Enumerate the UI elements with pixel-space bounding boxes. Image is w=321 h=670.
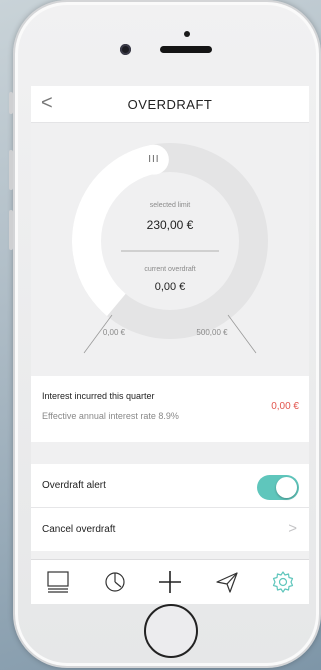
speaker-grille [160,46,212,53]
chevron-right-icon: > [288,520,297,537]
page-title: OVERDRAFT [127,97,213,112]
tab-bar [31,559,309,604]
camera-icon [120,44,131,55]
tab-history[interactable] [102,569,128,595]
tab-add[interactable] [157,569,183,595]
gear-icon [272,571,294,593]
gauge-max-label: 500,00 € [196,328,228,337]
overdraft-gauge: III selected limit 230,00 € current over… [31,124,309,364]
silent-switch [9,92,13,114]
app-screen: < OVERDRAFT III selected limit 230,00 € … [31,86,309,604]
selected-limit-label: selected limit [149,202,191,209]
overdraft-alert-row: Overdraft alert [31,464,309,507]
plus-icon [159,571,181,593]
gauge-min-label: 0,00 € [102,328,126,337]
navigation-bar: < OVERDRAFT [31,86,309,123]
clock-icon [105,572,125,592]
interest-card: Interest incurred this quarter Effective… [31,376,309,442]
volume-up-button [9,150,13,190]
toggle-knob [276,477,297,498]
interest-title: Interest incurred this quarter [42,391,155,401]
sensor [184,31,190,37]
current-overdraft-label: current overdraft [144,266,196,273]
tab-settings[interactable] [270,569,296,595]
gauge-graphic [72,143,268,354]
tab-transfer[interactable] [214,569,240,595]
current-overdraft-value: 0,00 € [154,281,186,293]
interest-value: 0,00 € [271,401,299,412]
tab-accounts[interactable] [45,569,71,595]
send-icon [216,572,238,593]
interest-rate-text: Effective annual interest rate 8.9% [42,411,179,421]
overdraft-alert-toggle[interactable] [257,475,299,500]
handle-grip-icon: III [148,153,160,165]
cancel-overdraft-label: Cancel overdraft [42,524,116,535]
volume-down-button [9,210,13,250]
list-icon [47,571,69,593]
cancel-overdraft-row[interactable]: Cancel overdraft > [31,508,309,551]
home-button[interactable] [144,604,198,658]
selected-limit-value: 230,00 € [146,218,194,232]
overdraft-alert-label: Overdraft alert [42,480,106,491]
